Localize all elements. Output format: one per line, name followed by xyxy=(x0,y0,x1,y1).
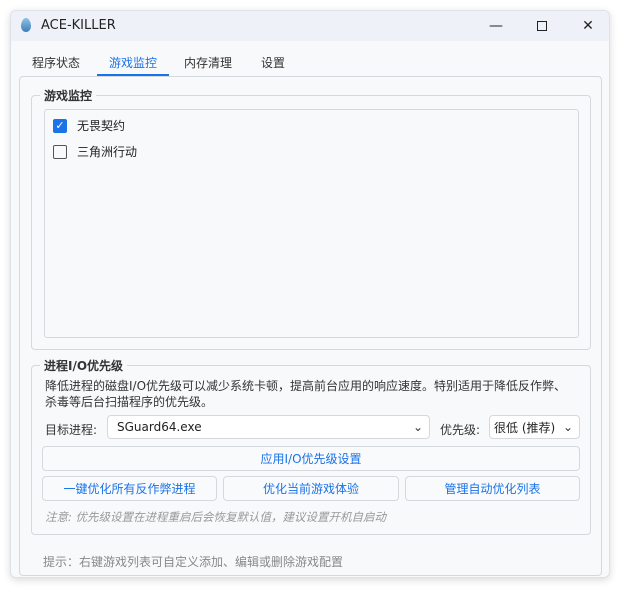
game-label: 三角洲行动 xyxy=(77,145,138,159)
title-bar: ACE-KILLER — ✕ xyxy=(11,11,609,41)
tab-memory-cleanup[interactable]: 内存清理 xyxy=(184,54,232,76)
group-title: 游戏监控 xyxy=(40,87,97,104)
target-process-value: SGuard64.exe xyxy=(117,420,202,434)
tab-game-monitor[interactable]: 游戏监控 xyxy=(97,54,170,76)
checkbox-checked-icon[interactable]: ✓ xyxy=(53,118,67,133)
target-process-label: 目标进程: xyxy=(45,423,98,437)
io-note: 注意: 优先级设置在进程重启后会恢复默认值，建议设置开机自启动 xyxy=(45,510,387,524)
apply-io-priority-button[interactable]: 应用I/O优先级设置 xyxy=(42,446,580,471)
minimize-button[interactable]: — xyxy=(473,11,519,41)
group-title: 进程I/O优先级 xyxy=(40,357,128,374)
game-label: 无畏契约 xyxy=(77,119,126,133)
tip-text: 提示：右键游戏列表可自定义添加、编辑或删除游戏配置 xyxy=(43,555,344,569)
io-description: 降低进程的磁盘I/O优先级可以减少系统卡顿，提高前台应用的响应速度。特别适用于降… xyxy=(45,379,567,409)
chevron-down-icon: ⌄ xyxy=(412,420,423,434)
game-item-delta-force[interactable]: 三角洲行动 xyxy=(53,143,137,160)
priority-value: 很低 (推荐) xyxy=(494,420,556,435)
game-monitor-group: 游戏监控 ✓ 无畏契约 三角洲行动 xyxy=(31,87,591,350)
manage-auto-optimize-list-button[interactable]: 管理自动优化列表 xyxy=(405,476,580,501)
tab-pane: 游戏监控 ✓ 无畏契约 三角洲行动 进程I/O优先级 降低进程的磁盘I/O优先级… xyxy=(19,76,602,576)
minimize-icon: — xyxy=(489,18,503,34)
tab-program-status[interactable]: 程序状态 xyxy=(32,54,80,76)
app-window: ACE-KILLER — ✕ 程序状态 游戏监控 内存清理 设置 游戏监控 ✓ … xyxy=(10,10,610,578)
close-button[interactable]: ✕ xyxy=(565,11,609,41)
optimize-all-anticheat-button[interactable]: 一键优化所有反作弊进程 xyxy=(42,476,217,501)
maximize-icon xyxy=(537,21,547,31)
tab-settings[interactable]: 设置 xyxy=(261,54,285,76)
window-title: ACE-KILLER xyxy=(41,18,116,33)
io-priority-group: 进程I/O优先级 降低进程的磁盘I/O优先级可以减少系统卡顿，提高前台应用的响应… xyxy=(31,357,591,535)
game-list[interactable]: ✓ 无畏契约 三角洲行动 xyxy=(44,109,579,338)
maximize-button[interactable] xyxy=(519,11,565,41)
optimize-current-game-button[interactable]: 优化当前游戏体验 xyxy=(223,476,399,501)
checkbox-unchecked-icon[interactable] xyxy=(53,144,67,159)
priority-select[interactable]: 很低 (推荐) ⌄ xyxy=(489,415,580,439)
priority-label: 优先级: xyxy=(440,423,481,437)
chevron-down-icon: ⌄ xyxy=(562,420,573,434)
target-process-select[interactable]: SGuard64.exe ⌄ xyxy=(107,415,430,439)
game-item-valorant[interactable]: ✓ 无畏契约 xyxy=(53,117,125,134)
close-icon: ✕ xyxy=(582,18,594,34)
app-logo-icon xyxy=(21,18,31,32)
